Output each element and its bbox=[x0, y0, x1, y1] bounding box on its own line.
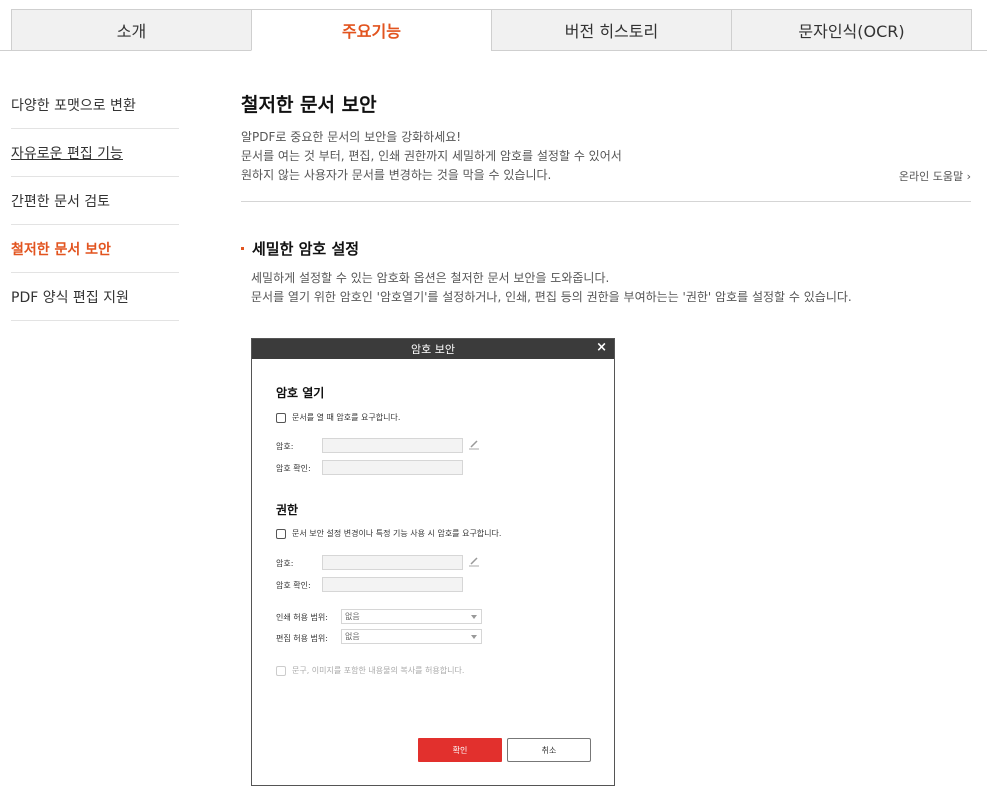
sidebar-item-security[interactable]: 철저한 문서 보안 bbox=[11, 225, 179, 273]
checkbox-icon bbox=[276, 528, 286, 539]
open-password-confirm-input[interactable] bbox=[322, 460, 463, 475]
intro-line: 알PDF로 중요한 문서의 보안을 강화하세요! bbox=[241, 130, 462, 144]
open-password-section-title: 암호 열기 bbox=[276, 386, 325, 400]
select-value: 없음 bbox=[345, 612, 360, 621]
ok-button[interactable]: 확인 bbox=[418, 738, 502, 762]
edit-permission-select[interactable]: 없음 bbox=[341, 629, 482, 644]
checkbox-label: 문서를 열 때 암호를 요구합니다. bbox=[292, 413, 401, 422]
checkbox-icon bbox=[276, 412, 286, 423]
open-password-confirm-label: 암호 확인: bbox=[276, 464, 311, 473]
sidebar-item-convert[interactable]: 다양한 포맷으로 변환 bbox=[11, 81, 179, 129]
tab-intro[interactable]: 소개 bbox=[11, 9, 252, 51]
tab-features[interactable]: 주요기능 bbox=[251, 9, 492, 51]
chevron-down-icon bbox=[471, 615, 477, 619]
section-desc-line: 세밀하게 설정할 수 있는 암호화 옵션은 철저한 문서 보안을 도와줍니다. bbox=[251, 271, 610, 285]
sidebar: 다양한 포맷으로 변환 자유로운 편집 기능 간편한 문서 검토 철저한 문서 … bbox=[11, 81, 179, 321]
edit-pen-icon[interactable] bbox=[468, 440, 480, 450]
section-title-text: 세밀한 암호 설정 bbox=[252, 240, 360, 258]
dialog-title-bar: 암호 보안 × bbox=[252, 339, 614, 359]
require-open-password-checkbox[interactable]: 문서를 열 때 암호를 요구합니다. bbox=[276, 412, 400, 423]
tab-version-history[interactable]: 버전 히스토리 bbox=[491, 9, 732, 51]
permissions-section-title: 권한 bbox=[276, 503, 299, 517]
active-tab-gap bbox=[252, 50, 491, 51]
sidebar-item-forms[interactable]: PDF 양식 편집 지원 bbox=[11, 273, 179, 321]
section-title: 세밀한 암호 설정 bbox=[241, 238, 359, 259]
select-value: 없음 bbox=[345, 632, 360, 641]
section-desc-line: 문서를 열기 위한 암호인 '암호열기'를 설정하거나, 인쇄, 편집 등의 권… bbox=[251, 290, 852, 304]
sidebar-item-label: 철저한 문서 보안 bbox=[11, 241, 111, 258]
tab-ocr[interactable]: 문자인식(OCR) bbox=[731, 9, 972, 51]
edit-pen-icon[interactable] bbox=[468, 557, 480, 567]
cancel-button[interactable]: 취소 bbox=[507, 738, 591, 762]
require-permission-password-checkbox[interactable]: 문서 보안 설정 변경이나 특정 기능 사용 시 암호를 요구합니다. bbox=[276, 528, 501, 539]
checkbox-label: 문구, 이미지를 포함한 내용물의 복사를 허용합니다. bbox=[292, 666, 465, 675]
sidebar-item-label: 다양한 포맷으로 변환 bbox=[11, 97, 136, 114]
sidebar-item-label: 자유로운 편집 기능 bbox=[11, 145, 123, 162]
allow-copy-checkbox[interactable]: 문구, 이미지를 포함한 내용물의 복사를 허용합니다. bbox=[276, 665, 464, 676]
sidebar-item-label: PDF 양식 편집 지원 bbox=[11, 289, 129, 306]
chevron-down-icon bbox=[471, 635, 477, 639]
main-content: 철저한 문서 보안 알PDF로 중요한 문서의 보안을 강화하세요! 문서를 여… bbox=[241, 90, 971, 304]
open-password-input[interactable] bbox=[322, 438, 463, 453]
sidebar-item-review[interactable]: 간편한 문서 검토 bbox=[11, 177, 179, 225]
sidebar-item-label: 간편한 문서 검토 bbox=[11, 193, 111, 210]
permission-password-confirm-input[interactable] bbox=[322, 577, 463, 592]
bullet-icon bbox=[241, 247, 244, 250]
close-icon[interactable]: × bbox=[596, 340, 607, 355]
intro-line: 원하지 않는 사용자가 문서를 변경하는 것을 막을 수 있습니다. bbox=[241, 168, 552, 182]
intro-text: 알PDF로 중요한 문서의 보안을 강화하세요! 문서를 여는 것 부터, 편집… bbox=[241, 128, 971, 185]
checkbox-label: 문서 보안 설정 변경이나 특정 기능 사용 시 암호를 요구합니다. bbox=[292, 529, 502, 538]
online-help-link[interactable]: 온라인 도움말 › bbox=[899, 168, 971, 184]
permission-password-confirm-label: 암호 확인: bbox=[276, 581, 311, 590]
page-title: 철저한 문서 보안 bbox=[241, 94, 377, 116]
section-description: 세밀하게 설정할 수 있는 암호화 옵션은 철저한 문서 보안을 도와줍니다. … bbox=[251, 269, 852, 307]
permission-password-input[interactable] bbox=[322, 555, 463, 570]
print-permission-label: 인쇄 허용 범위: bbox=[276, 613, 328, 622]
sidebar-item-edit[interactable]: 자유로운 편집 기능 bbox=[11, 129, 179, 177]
edit-permission-label: 편집 허용 범위: bbox=[276, 634, 328, 643]
divider bbox=[241, 201, 971, 202]
checkbox-icon bbox=[276, 665, 286, 676]
dialog-title: 암호 보안 bbox=[411, 343, 455, 356]
intro-line: 문서를 여는 것 부터, 편집, 인쇄 권한까지 세밀하게 암호를 설정할 수 … bbox=[241, 149, 622, 163]
top-tabs: 소개 주요기능 버전 히스토리 문자인식(OCR) bbox=[11, 9, 972, 51]
open-password-label: 암호: bbox=[276, 442, 294, 451]
password-security-dialog: 암호 보안 × 암호 열기 문서를 열 때 암호를 요구합니다. 암호: 암호 … bbox=[251, 338, 615, 786]
print-permission-select[interactable]: 없음 bbox=[341, 609, 482, 624]
permission-password-label: 암호: bbox=[276, 559, 294, 568]
